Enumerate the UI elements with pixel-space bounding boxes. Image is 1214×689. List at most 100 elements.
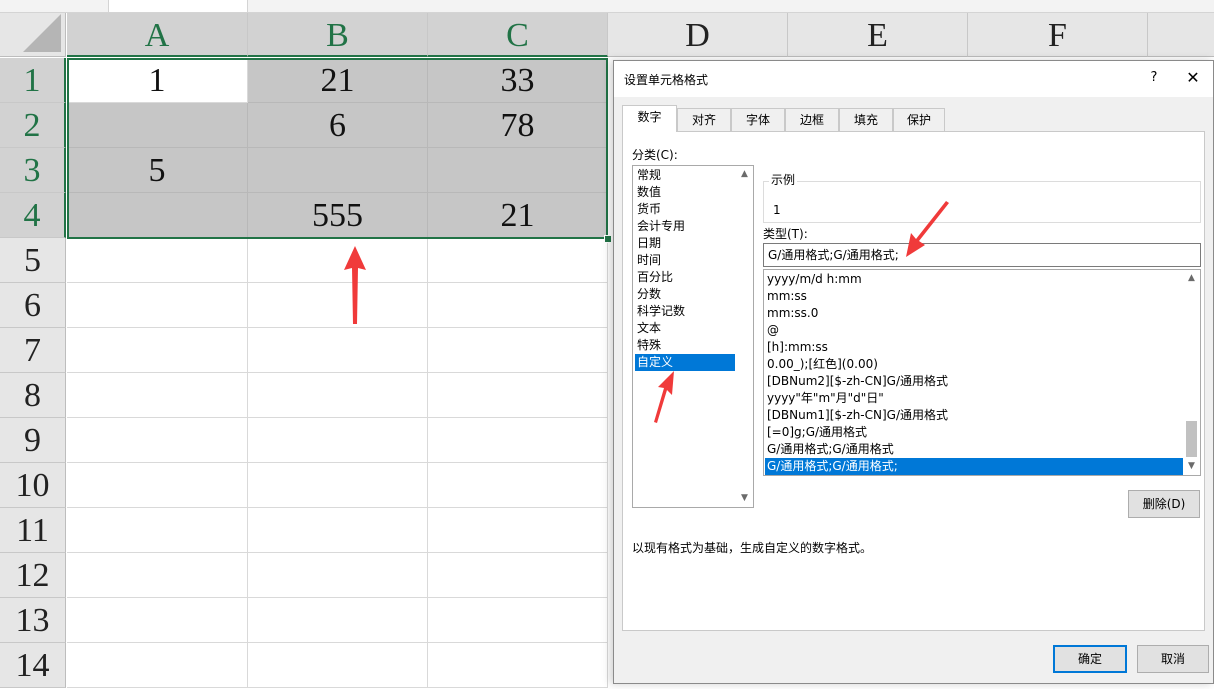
empty-cell[interactable] (248, 373, 428, 418)
fill-handle[interactable] (604, 235, 612, 243)
scroll-up-icon[interactable]: ▲ (736, 166, 753, 183)
row-header-5[interactable]: 5 (0, 238, 66, 283)
cell-a1[interactable]: 1 (67, 58, 248, 103)
category-item[interactable]: 分数 (635, 286, 735, 303)
empty-cell[interactable] (428, 238, 608, 283)
scroll-up-icon[interactable]: ▲ (1183, 270, 1200, 287)
dialog-titlebar[interactable]: 设置单元格格式 ? ✕ (614, 61, 1213, 97)
tab-border[interactable]: 边框 (785, 108, 839, 131)
cell-b2[interactable]: 6 (248, 103, 428, 148)
type-input[interactable]: G/通用格式;G/通用格式; (763, 243, 1201, 267)
row-header-4[interactable]: 4 (0, 193, 66, 238)
format-item[interactable]: yyyy/m/d h:mm (765, 271, 1183, 288)
category-item[interactable]: 会计专用 (635, 218, 735, 235)
empty-cell[interactable] (67, 598, 248, 643)
column-header-g-partial[interactable] (1148, 13, 1214, 57)
empty-cell[interactable] (248, 238, 428, 283)
row-header-6[interactable]: 6 (0, 283, 66, 328)
row-header-12[interactable]: 12 (0, 553, 66, 598)
sheet-tab-fragment[interactable] (108, 0, 248, 12)
empty-cell[interactable] (67, 643, 248, 688)
column-header-a[interactable]: A (67, 13, 248, 57)
format-item[interactable]: [=0]g;G/通用格式 (765, 424, 1183, 441)
column-header-c[interactable]: C (428, 13, 608, 57)
cell-b1[interactable]: 21 (248, 58, 428, 103)
empty-cell[interactable] (428, 508, 608, 553)
row-header-13[interactable]: 13 (0, 598, 66, 643)
format-item[interactable]: mm:ss.0 (765, 305, 1183, 322)
scrollbar-thumb[interactable] (1186, 421, 1197, 457)
close-icon[interactable]: ✕ (1182, 67, 1204, 89)
category-item[interactable]: 科学记数 (635, 303, 735, 320)
empty-cell[interactable] (248, 508, 428, 553)
column-header-e[interactable]: E (788, 13, 968, 57)
cell-c4[interactable]: 21 (428, 193, 608, 238)
empty-cell[interactable] (67, 553, 248, 598)
empty-cell[interactable] (428, 553, 608, 598)
tab-font[interactable]: 字体 (731, 108, 785, 131)
empty-cell[interactable] (67, 238, 248, 283)
row-header-11[interactable]: 11 (0, 508, 66, 553)
cell-b3[interactable] (248, 148, 428, 193)
tab-alignment[interactable]: 对齐 (677, 108, 731, 131)
category-item[interactable]: 常规 (635, 167, 735, 184)
empty-cell[interactable] (248, 328, 428, 373)
delete-button[interactable]: 删除(D) (1128, 490, 1200, 518)
category-item[interactable]: 时间 (635, 252, 735, 269)
row-header-14[interactable]: 14 (0, 643, 66, 688)
row-header-9[interactable]: 9 (0, 418, 66, 463)
empty-cell[interactable] (67, 418, 248, 463)
cell-a2[interactable] (67, 103, 248, 148)
format-item[interactable]: [DBNum2][$-zh-CN]G/通用格式 (765, 373, 1183, 390)
empty-cell[interactable] (428, 598, 608, 643)
cell-c3[interactable] (428, 148, 608, 193)
column-header-d[interactable]: D (608, 13, 788, 57)
category-item[interactable]: 百分比 (635, 269, 735, 286)
empty-cell[interactable] (428, 328, 608, 373)
help-icon[interactable]: ? (1144, 67, 1164, 89)
empty-cell[interactable] (67, 373, 248, 418)
row-header-7[interactable]: 7 (0, 328, 66, 373)
tab-number[interactable]: 数字 (622, 105, 677, 132)
cell-a3[interactable]: 5 (67, 148, 248, 193)
empty-cell[interactable] (428, 418, 608, 463)
format-item[interactable]: 0.00_);[红色](0.00) (765, 356, 1183, 373)
ok-button[interactable]: 确定 (1053, 645, 1127, 673)
empty-cell[interactable] (248, 283, 428, 328)
cell-c2[interactable]: 78 (428, 103, 608, 148)
cell-a4[interactable] (67, 193, 248, 238)
format-item[interactable]: @ (765, 322, 1183, 339)
cancel-button[interactable]: 取消 (1137, 645, 1209, 673)
format-item[interactable]: yyyy"年"m"月"d"日" (765, 390, 1183, 407)
scroll-down-icon[interactable]: ▼ (1183, 458, 1200, 475)
select-all-button[interactable] (0, 13, 66, 57)
empty-cell[interactable] (248, 463, 428, 508)
scroll-down-icon[interactable]: ▼ (736, 490, 753, 507)
row-header-1[interactable]: 1 (0, 58, 66, 103)
tab-protection[interactable]: 保护 (893, 108, 945, 131)
empty-cell[interactable] (428, 643, 608, 688)
column-header-b[interactable]: B (248, 13, 428, 57)
empty-cell[interactable] (67, 283, 248, 328)
category-item[interactable]: 货币 (635, 201, 735, 218)
empty-cell[interactable] (248, 553, 428, 598)
category-scrollbar[interactable]: ▲ ▼ (736, 166, 753, 507)
empty-cell[interactable] (428, 463, 608, 508)
empty-cell[interactable] (248, 418, 428, 463)
row-header-2[interactable]: 2 (0, 103, 66, 148)
empty-cell[interactable] (67, 508, 248, 553)
column-header-f[interactable]: F (968, 13, 1148, 57)
category-item[interactable]: 日期 (635, 235, 735, 252)
cell-c1[interactable]: 33 (428, 58, 608, 103)
tab-fill[interactable]: 填充 (839, 108, 893, 131)
cell-b4[interactable]: 555 (248, 193, 428, 238)
empty-cell[interactable] (428, 283, 608, 328)
empty-cell[interactable] (67, 328, 248, 373)
empty-cell[interactable] (67, 463, 248, 508)
category-item[interactable]: 数值 (635, 184, 735, 201)
format-item-selected[interactable]: G/通用格式;G/通用格式; (765, 458, 1183, 475)
row-header-10[interactable]: 10 (0, 463, 66, 508)
row-header-8[interactable]: 8 (0, 373, 66, 418)
empty-cell[interactable] (428, 373, 608, 418)
category-item[interactable]: 文本 (635, 320, 735, 337)
